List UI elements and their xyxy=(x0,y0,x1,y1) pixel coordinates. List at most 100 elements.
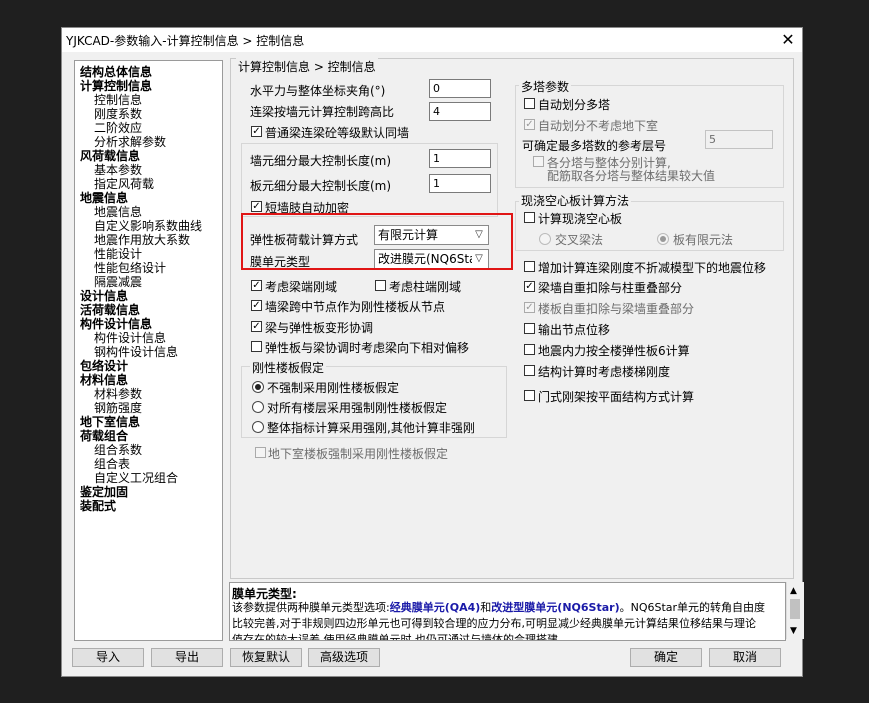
beam-end-checkbox[interactable]: ✓ xyxy=(251,280,262,291)
tree-item[interactable]: 性能包络设计 xyxy=(94,261,166,275)
tree-item[interactable]: 组合表 xyxy=(94,457,130,471)
tree-item[interactable]: 基本参数 xyxy=(94,163,142,177)
tree-item[interactable]: 控制信息 xyxy=(94,93,142,107)
beam-deduct-label: 梁墙自重扣除与柱重叠部分 xyxy=(538,281,683,295)
scroll-thumb[interactable] xyxy=(790,599,800,619)
tree-item[interactable]: 自定义影响系数曲线 xyxy=(94,219,202,233)
col-end-label: 考虑柱端刚域 xyxy=(389,280,462,294)
tree-item[interactable]: 分析求解参数 xyxy=(94,135,166,149)
tree-item[interactable]: 指定风荷载 xyxy=(94,177,154,191)
hollow-opt2-radio[interactable] xyxy=(657,233,669,245)
tree-item[interactable]: 钢筋强度 xyxy=(94,401,142,415)
beam-elastic-label: 梁与弹性板变形协调 xyxy=(265,321,374,335)
title-bar: YJKCAD-参数输入-计算控制信息 > 控制信息 ✕ xyxy=(62,28,802,52)
node-disp-label: 输出节点位移 xyxy=(538,323,611,337)
beam-end-label: 考虑梁端刚域 xyxy=(265,280,338,294)
rigid-opt3-label: 整体指标计算采用强刚,其他计算非强刚 xyxy=(267,421,475,435)
scroll-up-icon[interactable]: ▲ xyxy=(790,586,797,596)
basement-label: 地下室楼板强制采用刚性楼板假定 xyxy=(268,447,449,461)
wall-node-label: 墙梁跨中节点作为刚性楼板从节点 xyxy=(265,300,446,314)
tree-category[interactable]: 结构总体信息 xyxy=(80,65,152,79)
stair-label: 结构计算时考虑楼梯刚度 xyxy=(538,365,671,379)
hollow-opt1-radio[interactable] xyxy=(539,233,551,245)
seismic-disp-checkbox[interactable] xyxy=(524,261,535,272)
ref-floor-input[interactable]: 5 xyxy=(705,130,773,149)
hollow-opt2-label: 板有限元法 xyxy=(673,233,734,247)
slab-deduct-label: 楼板自重扣除与梁墙重叠部分 xyxy=(538,302,695,316)
rigid-opt1-radio[interactable] xyxy=(252,381,264,393)
auto-split-label: 自动划分多塔 xyxy=(538,98,611,112)
beam-deduct-checkbox[interactable]: ✓ xyxy=(524,281,535,292)
same-grade-label: 普通梁连梁砼等级默认同墙 xyxy=(265,126,410,140)
tree-item[interactable]: 地震作用放大系数 xyxy=(94,233,190,247)
tree-category[interactable]: 设计信息 xyxy=(80,289,128,303)
scroll-down-icon[interactable]: ▼ xyxy=(790,626,797,636)
hollow-opt1-label: 交叉梁法 xyxy=(555,233,604,247)
same-grade-checkbox[interactable]: ✓ xyxy=(251,126,262,137)
rigid-opt3-radio[interactable] xyxy=(252,421,264,433)
help-intro: 该参数提供两种膜单元类型选项: xyxy=(232,601,390,614)
beam-height-input[interactable]: 4 xyxy=(429,102,491,121)
tree-item[interactable]: 隔震减震 xyxy=(94,275,142,289)
tree-category[interactable]: 地震信息 xyxy=(80,191,128,205)
wall-len-input[interactable]: 1 xyxy=(429,149,491,168)
hollow-calc-checkbox[interactable] xyxy=(524,212,535,223)
ok-button[interactable]: 确定 xyxy=(630,648,702,667)
tree-item[interactable]: 刚度系数 xyxy=(94,107,142,121)
auto-split-checkbox[interactable] xyxy=(524,98,535,109)
split-calc-label-2: 配筋取各分塔与整体结果较大值 xyxy=(547,169,716,183)
short-wall-checkbox[interactable]: ✓ xyxy=(251,201,262,212)
beam-elastic-checkbox[interactable]: ✓ xyxy=(251,321,262,332)
tree-item[interactable]: 材料参数 xyxy=(94,387,142,401)
cancel-button[interactable]: 取消 xyxy=(709,648,781,667)
tree-category[interactable]: 荷载组合 xyxy=(80,429,128,443)
import-button[interactable]: 导入 xyxy=(72,648,144,667)
ref-floor-label: 可确定最多塔数的参考层号 xyxy=(522,139,667,153)
offset-checkbox[interactable] xyxy=(251,341,262,352)
restore-default-button[interactable]: 恢复默认 xyxy=(230,648,302,667)
beam-height-label: 连梁按墙元计算控制跨高比 xyxy=(250,105,395,119)
tree-item[interactable]: 构件设计信息 xyxy=(94,331,166,345)
tree-category[interactable]: 包络设计 xyxy=(80,359,128,373)
seismic-force-checkbox[interactable] xyxy=(524,344,535,355)
angle-input[interactable]: 0 xyxy=(429,79,491,98)
rigid-opt2-radio[interactable] xyxy=(252,401,264,413)
help-option-1: 经典膜单元(QA4) xyxy=(389,601,481,614)
rigid-group-title: 刚性楼板假定 xyxy=(250,359,327,376)
tree-category[interactable]: 地下室信息 xyxy=(80,415,140,429)
window-title: YJKCAD-参数输入-计算控制信息 > 控制信息 xyxy=(66,34,305,48)
tree-category[interactable]: 活荷载信息 xyxy=(80,303,140,317)
offset-label: 弹性板与梁协调时考虑梁向下相对偏移 xyxy=(265,341,470,355)
auto-split-basement-label: 自动划分不考虑地下室 xyxy=(538,119,659,133)
help-option-2: 改进型膜单元(NQ6Star) xyxy=(491,601,620,614)
help-scrollbar[interactable]: ▲ ▼ xyxy=(786,582,804,639)
tree-category[interactable]: 装配式 xyxy=(80,499,116,513)
category-tree[interactable]: 结构总体信息 计算控制信息 控制信息 刚度系数 二阶效应 分析求解参数 风荷载信息 基本参数指… xyxy=(74,60,223,641)
stair-checkbox[interactable] xyxy=(524,365,535,376)
tree-item[interactable]: 组合系数 xyxy=(94,443,142,457)
tree-item[interactable]: 性能设计 xyxy=(94,247,142,261)
slab-len-input[interactable]: 1 xyxy=(429,174,491,193)
tree-category[interactable]: 鉴定加固 xyxy=(80,485,128,499)
col-end-checkbox[interactable] xyxy=(375,280,386,291)
advanced-options-button[interactable]: 高级选项 xyxy=(308,648,380,667)
tree-category[interactable]: 计算控制信息 xyxy=(80,79,152,93)
auto-split-basement-checkbox[interactable]: ✓ xyxy=(524,119,535,130)
slab-len-label: 板元细分最大控制长度(m) xyxy=(250,179,392,193)
wall-node-checkbox[interactable]: ✓ xyxy=(251,300,262,311)
close-icon[interactable]: ✕ xyxy=(776,28,800,52)
tree-item[interactable]: 钢构件设计信息 xyxy=(94,345,178,359)
frame-checkbox[interactable] xyxy=(524,390,535,401)
tree-category[interactable]: 构件设计信息 xyxy=(80,317,152,331)
split-calc-checkbox[interactable] xyxy=(533,156,544,167)
slab-deduct-checkbox[interactable]: ✓ xyxy=(524,302,535,313)
help-and: 和 xyxy=(480,601,492,614)
tree-category[interactable]: 材料信息 xyxy=(80,373,128,387)
tree-item[interactable]: 地震信息 xyxy=(94,205,142,219)
export-button[interactable]: 导出 xyxy=(151,648,223,667)
tree-category[interactable]: 风荷载信息 xyxy=(80,149,140,163)
node-disp-checkbox[interactable] xyxy=(524,323,535,334)
tree-item[interactable]: 自定义工况组合 xyxy=(94,471,178,485)
basement-checkbox[interactable] xyxy=(255,447,266,458)
tree-item[interactable]: 二阶效应 xyxy=(94,121,142,135)
